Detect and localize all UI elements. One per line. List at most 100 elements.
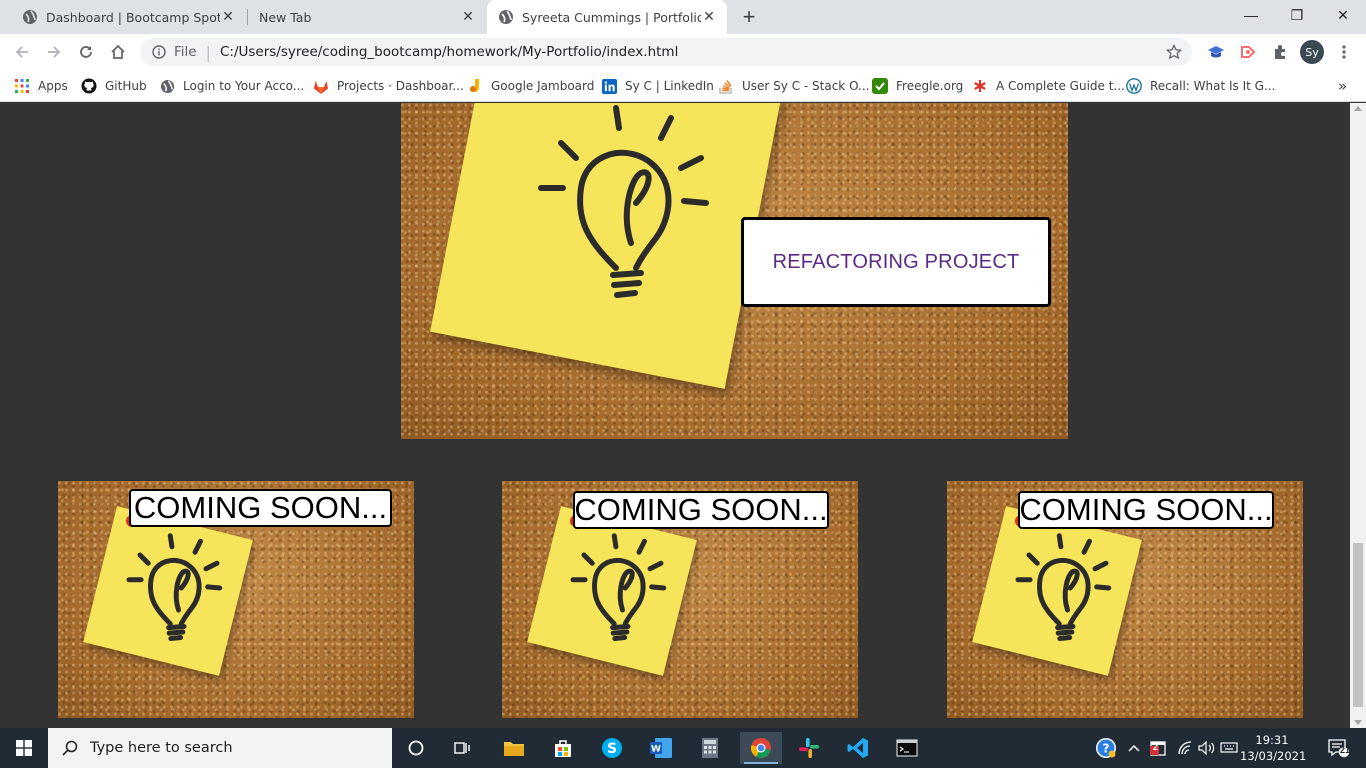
taskbar-store[interactable] xyxy=(543,732,583,764)
reload-icon xyxy=(80,46,92,58)
bookmark-jamboard[interactable]: Google Jamboard xyxy=(467,76,594,96)
bookmark-gitlab-projects[interactable]: Projects · Dashboar... xyxy=(313,76,464,96)
search-placeholder: Type here to search xyxy=(90,740,233,756)
notification-count-badge: 21 xyxy=(1340,745,1351,755)
maximize-button[interactable]: ❐ xyxy=(1274,0,1320,30)
tray-badge-count: 2 xyxy=(1153,742,1159,752)
project-card-1-label[interactable]: COMING SOON... xyxy=(129,489,392,527)
extension-record-icon[interactable] xyxy=(1238,42,1258,62)
wordpress-icon xyxy=(1126,78,1142,94)
info-icon[interactable] xyxy=(152,45,166,59)
taskbar-calculator[interactable] xyxy=(690,732,730,764)
bookmark-linkedin[interactable]: Sy C | LinkedIn xyxy=(601,76,714,96)
tab-title: Syreeta Cummings | Portfolio xyxy=(522,9,701,25)
weather-tray-icon[interactable]: 2 xyxy=(1148,728,1168,768)
tab-title: New Tab xyxy=(259,9,312,25)
file-scheme-label: File xyxy=(174,44,197,60)
lightbulb-icon xyxy=(538,105,709,298)
project-card-2-label[interactable]: COMING SOON... xyxy=(573,491,829,529)
bookmark-label: Google Jamboard xyxy=(491,79,595,93)
start-button[interactable] xyxy=(4,732,44,764)
forward-button[interactable] xyxy=(40,38,68,66)
taskbar-file-explorer[interactable] xyxy=(494,732,534,764)
bookmark-apps[interactable]: Apps xyxy=(14,76,68,96)
help-tray-button[interactable]: ? xyxy=(1094,728,1118,768)
browser-toolbar: File | C:/Users/syree/coding_bootcamp/ho… xyxy=(0,34,1366,70)
taskbar-vscode[interactable] xyxy=(838,732,878,764)
bookmark-label: Freegle.org xyxy=(896,79,964,93)
tab-close-icon[interactable]: ✕ xyxy=(701,9,717,25)
bookmark-complete-guide[interactable]: A Complete Guide t... xyxy=(972,76,1125,96)
close-window-button[interactable]: ✕ xyxy=(1320,0,1366,30)
keyboard-tray-icon[interactable] xyxy=(1219,728,1239,768)
taskbar-terminal[interactable] xyxy=(887,732,927,764)
input-keyboard-icon xyxy=(1220,742,1238,753)
extensions-puzzle-icon[interactable] xyxy=(1270,42,1290,62)
extension-graduation-cap-icon[interactable] xyxy=(1206,42,1226,62)
tab-dashboard-bootcamp[interactable]: Dashboard | Bootcamp Spot ✕ xyxy=(0,0,246,34)
home-button[interactable] xyxy=(104,38,132,66)
lightbulb-icon xyxy=(1015,533,1112,642)
tab-close-icon[interactable]: ✕ xyxy=(220,9,236,25)
taskbar-skype[interactable]: S xyxy=(592,732,632,764)
bookmark-github[interactable]: GitHub xyxy=(81,76,147,96)
reload-button[interactable] xyxy=(72,38,100,66)
stackoverflow-icon xyxy=(718,78,734,94)
project-card-3-label[interactable]: COMING SOON... xyxy=(1018,491,1274,529)
taskbar-search-box[interactable]: Type here to search xyxy=(48,728,392,768)
globe-icon xyxy=(499,10,513,24)
folder-icon xyxy=(504,742,524,756)
volume-tray-icon[interactable] xyxy=(1197,728,1217,768)
bookmark-recall[interactable]: Recall: What Is It G... xyxy=(1126,76,1275,96)
store-bag-icon xyxy=(555,740,571,757)
github-icon xyxy=(81,78,97,94)
terminal-icon xyxy=(896,739,918,757)
profile-avatar[interactable]: Sy xyxy=(1300,40,1324,64)
scroll-up-arrow-icon[interactable] xyxy=(1354,106,1362,111)
task-view-icon xyxy=(454,742,470,754)
show-hidden-icons-button[interactable] xyxy=(1126,728,1142,768)
apps-grid-icon xyxy=(14,78,30,94)
minimize-button[interactable]: — xyxy=(1228,0,1274,30)
address-bar[interactable]: File | C:/Users/syree/coding_bootcamp/ho… xyxy=(140,38,1192,66)
bookmark-star-icon[interactable] xyxy=(1166,44,1182,60)
task-view-button[interactable] xyxy=(443,732,483,764)
back-button[interactable] xyxy=(8,38,36,66)
bookmark-label: GitHub xyxy=(105,79,147,93)
bookmark-login[interactable]: Login to Your Acco... xyxy=(159,76,304,96)
scroll-down-arrow-icon[interactable] xyxy=(1354,720,1362,725)
search-icon xyxy=(62,740,78,756)
hero-project-label[interactable]: REFACTORING PROJECT xyxy=(741,217,1051,307)
taskbar-slack[interactable] xyxy=(789,732,829,764)
omnibox-divider: | xyxy=(205,42,211,62)
wifi-icon xyxy=(1178,741,1192,755)
tab-close-icon[interactable]: ✕ xyxy=(460,9,476,25)
scrollbar-thumb[interactable] xyxy=(1353,543,1363,707)
taskbar-word[interactable]: W xyxy=(641,732,681,764)
taskbar-clock[interactable]: 19:31 13/03/2021 xyxy=(1240,730,1306,766)
help-question-icon: ? xyxy=(1096,738,1116,758)
bookmark-label: Projects · Dashboar... xyxy=(337,79,464,93)
tab-new-tab[interactable]: New Tab ✕ xyxy=(248,0,486,34)
page-scrollbar[interactable] xyxy=(1350,103,1366,728)
svg-text:S: S xyxy=(607,741,617,757)
gitlab-icon xyxy=(313,78,329,94)
new-tab-button[interactable]: + xyxy=(737,4,761,29)
windows-taskbar: Type here to search S W ? 2 19:31 13/03/… xyxy=(0,728,1366,768)
bookmarks-overflow-button[interactable]: » xyxy=(1338,76,1347,96)
chrome-menu-icon[interactable] xyxy=(1334,42,1354,62)
bookmark-label: Sy C | LinkedIn xyxy=(625,79,714,93)
tab-title: Dashboard | Bootcamp Spot xyxy=(46,9,220,25)
bookmark-freegle[interactable]: Freegle.org xyxy=(872,76,963,96)
wifi-tray-icon[interactable] xyxy=(1175,728,1195,768)
bookmark-stackoverflow[interactable]: User Sy C - Stack O... xyxy=(718,76,869,96)
cortana-button[interactable] xyxy=(396,732,436,764)
word-icon: W xyxy=(650,738,672,758)
tab-portfolio[interactable]: Syreeta Cummings | Portfolio ✕ xyxy=(487,0,727,34)
linkedin-icon xyxy=(601,78,617,94)
taskbar-chrome[interactable] xyxy=(740,732,782,764)
url-text[interactable]: C:/Users/syree/coding_bootcamp/homework/… xyxy=(220,44,678,60)
page-viewport: REFACTORING PROJECT COMING SOON... COMIN… xyxy=(0,103,1350,728)
bookmark-label: A Complete Guide t... xyxy=(996,79,1125,93)
action-center-button[interactable]: 21 xyxy=(1318,728,1358,768)
